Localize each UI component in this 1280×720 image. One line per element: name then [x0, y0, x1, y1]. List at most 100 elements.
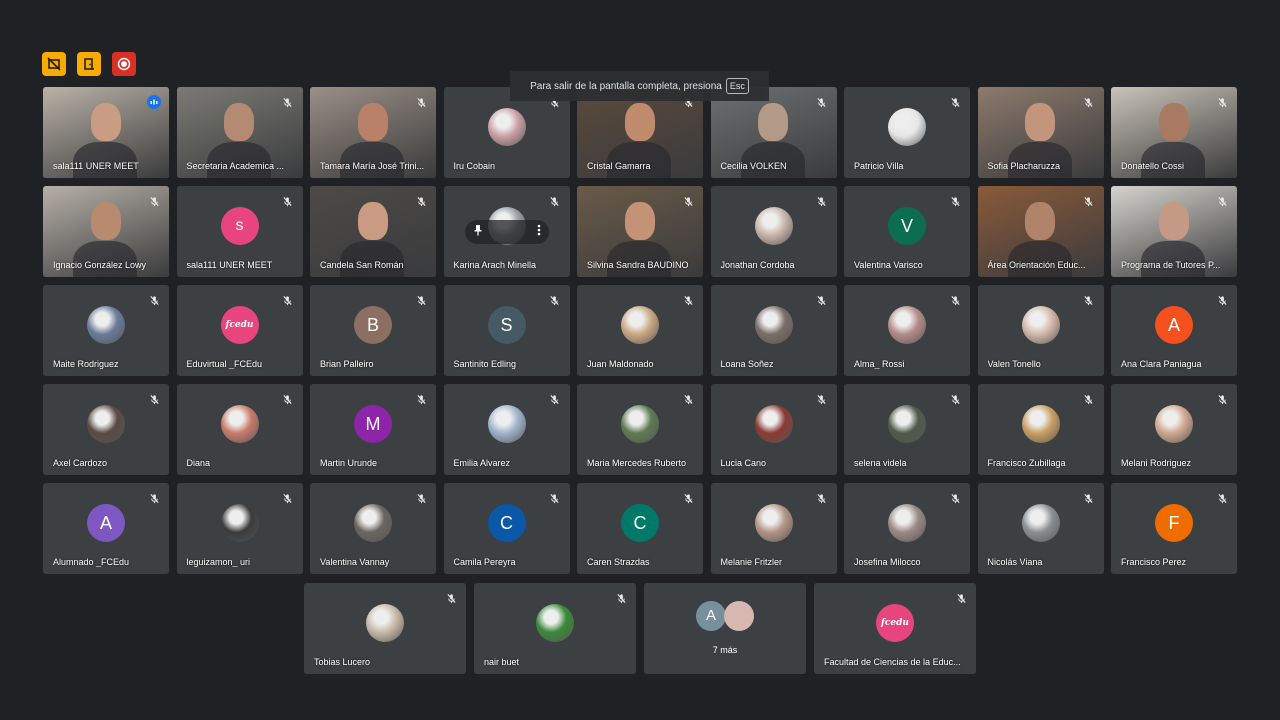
participant-tile[interactable]: s sala111 UNER MEET: [176, 186, 303, 277]
participant-name: Emilia Alvarez: [453, 458, 511, 468]
participant-tile[interactable]: C Camila Pereyra: [443, 483, 570, 574]
participant-tile[interactable]: Valen Tonello: [977, 285, 1104, 376]
participant-tile[interactable]: Tamara María José Trini...: [310, 87, 436, 178]
more-options-icon[interactable]: [537, 224, 541, 239]
participant-tile[interactable]: Jonathan Cordoba: [710, 186, 837, 277]
participant-tile[interactable]: B Brian Palleiro: [310, 285, 436, 376]
participant-name: Francisco Perez: [1121, 557, 1187, 567]
participant-tile[interactable]: M Martin Urunde: [310, 384, 436, 475]
participant-tile[interactable]: Francisco Zubillaga: [977, 384, 1104, 475]
mic-off-icon: [147, 293, 161, 307]
participant-tile[interactable]: Loana Soñez: [710, 285, 837, 376]
avatar: M: [354, 405, 392, 444]
participant-grid-bottom-row: Tobias Lucero nair buet A 7 más fcedu Faculta…: [304, 583, 976, 674]
participant-name: Cecilia VOLKEN: [720, 161, 787, 171]
participant-face: [224, 103, 255, 142]
participant-face: [624, 202, 655, 241]
avatar: [87, 405, 125, 444]
participant-name: sala111 UNER MEET: [186, 260, 273, 270]
meeting-status-icons: [42, 52, 136, 76]
participant-name: Axel Cardozo: [53, 458, 108, 468]
participant-tile[interactable]: Diana: [176, 384, 303, 475]
participant-tile[interactable]: Programa de Tutores P...: [1111, 186, 1237, 277]
avatar: A: [1155, 306, 1193, 345]
more-participants-label: 7 más: [712, 645, 738, 655]
participant-face: [357, 202, 388, 241]
participant-body: [1141, 141, 1206, 178]
participant-tile[interactable]: Juan Maldonado: [577, 285, 703, 376]
participant-tile[interactable]: F Francisco Perez: [1111, 483, 1237, 574]
mic-off-icon: [815, 491, 829, 505]
participant-tile[interactable]: sala111 UNER MEET: [43, 87, 169, 178]
avatar: fcedu: [876, 604, 914, 643]
mic-off-icon: [281, 491, 295, 505]
mic-off-icon: [147, 392, 161, 406]
participant-tile[interactable]: Donatello Cossi: [1111, 87, 1237, 178]
mic-off-icon: [1082, 194, 1096, 208]
participant-face: [357, 103, 388, 142]
participant-name: Ana Clara Paniagua: [1121, 359, 1202, 369]
participant-name: Sofia Placharuzza: [987, 161, 1061, 171]
participant-tile[interactable]: Patricio Villa: [844, 87, 970, 178]
mic-off-icon: [147, 194, 161, 208]
participant-tile[interactable]: Ignacio González Lowy: [43, 186, 169, 277]
participant-tile[interactable]: A Ana Clara Paniagua: [1111, 285, 1237, 376]
participant-tile[interactable]: fcedu Eduvirtual _FCEdu: [176, 285, 303, 376]
mic-off-icon: [444, 591, 458, 605]
participant-name: Programa de Tutores P...: [1121, 260, 1221, 270]
more-participants-avatars: A: [696, 600, 754, 631]
mic-off-icon: [948, 95, 962, 109]
participant-tile[interactable]: V Valentina Varisco: [844, 186, 970, 277]
participant-name: Karina Arach Minella: [453, 260, 537, 270]
participant-name: Ignacio González Lowy: [53, 260, 147, 270]
participant-tile[interactable]: Alma_ Rossi: [844, 285, 970, 376]
participant-tile[interactable]: Emilia Alvarez: [443, 384, 570, 475]
participant-tile[interactable]: S Santinito Edling: [443, 285, 570, 376]
participant-tile[interactable]: A 7 más: [644, 583, 806, 674]
participant-tile[interactable]: Maite Rodriguez: [43, 285, 169, 376]
participant-tile[interactable]: Área Orientación Educ...: [977, 186, 1104, 277]
avatar: [1021, 306, 1060, 345]
mic-off-icon: [954, 591, 968, 605]
participant-tile[interactable]: leguizamon_ uri: [176, 483, 303, 574]
participant-tile[interactable]: Valentina Vannay: [310, 483, 436, 574]
mic-off-icon: [548, 392, 562, 406]
participant-tile[interactable]: Secretaria Academica ...: [176, 87, 303, 178]
avatar: S: [487, 306, 526, 345]
participant-face: [1025, 103, 1056, 142]
participant-tile[interactable]: selena videla: [844, 384, 970, 475]
participant-tile[interactable]: Lucia Cano: [710, 384, 837, 475]
avatar: [621, 306, 659, 345]
participant-tile[interactable]: Nicolás Viana: [977, 483, 1104, 574]
participant-tile[interactable]: Tobias Lucero: [304, 583, 466, 674]
participant-body: [607, 240, 672, 277]
avatar: B: [354, 306, 392, 345]
participant-tile[interactable]: Candela San Román: [310, 186, 436, 277]
participant-tile[interactable]: nair buet: [474, 583, 636, 674]
participant-tile[interactable]: Silvina Sandra BAUDINO: [577, 186, 703, 277]
participant-tile[interactable]: C Caren Strazdas: [577, 483, 703, 574]
participant-tile[interactable]: Sofia Placharuzza: [977, 87, 1104, 178]
mic-off-icon: [681, 491, 695, 505]
participant-tile[interactable]: Melani Rodriguez: [1111, 384, 1237, 475]
participant-tile[interactable]: Karina Arach Minella: [443, 186, 570, 277]
mic-off-icon: [614, 591, 628, 605]
mic-off-icon: [815, 293, 829, 307]
participant-name: Francisco Zubillaga: [987, 458, 1066, 468]
mic-off-icon: [1215, 491, 1229, 505]
pin-icon[interactable]: [473, 224, 483, 239]
participant-name: Jonathan Cordoba: [720, 260, 795, 270]
participant-body: [73, 240, 138, 277]
mic-off-icon: [414, 95, 428, 109]
participant-tile[interactable]: fcedu Facultad de Ciencias de la Educ...: [814, 583, 976, 674]
record-icon[interactable]: [112, 52, 136, 76]
participant-tile[interactable]: Josefina Milocco: [844, 483, 970, 574]
participant-tile[interactable]: Axel Cardozo: [43, 384, 169, 475]
participant-tile[interactable]: Melanie Fritzler: [710, 483, 837, 574]
participant-tile[interactable]: Maria Mercedes Ruberto: [577, 384, 703, 475]
door-icon[interactable]: [77, 52, 101, 76]
participant-tile[interactable]: A Alumnado _FCEdu: [43, 483, 169, 574]
mic-off-icon: [681, 293, 695, 307]
participant-face: [1158, 202, 1189, 241]
presentation-off-icon[interactable]: [42, 52, 66, 76]
